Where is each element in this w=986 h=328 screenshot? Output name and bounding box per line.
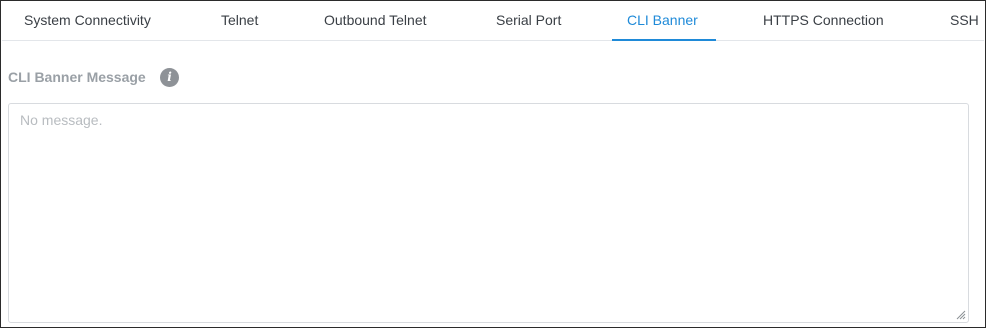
tab-ssh[interactable]: SSH [950, 2, 979, 41]
tab-telnet[interactable]: Telnet [221, 2, 258, 41]
cli-banner-message-label: CLI Banner Message [8, 69, 146, 85]
active-tab-indicator [612, 39, 716, 41]
resize-handle-icon[interactable] [954, 308, 966, 320]
tab-bar: System Connectivity Telnet Outbound Teln… [2, 2, 984, 41]
tab-serial-port[interactable]: Serial Port [496, 2, 561, 41]
info-icon[interactable]: i [160, 68, 179, 87]
cli-banner-panel: System Connectivity Telnet Outbound Teln… [0, 0, 986, 328]
tab-cli-banner[interactable]: CLI Banner [627, 2, 698, 41]
tab-outbound-telnet[interactable]: Outbound Telnet [324, 2, 427, 41]
banner-message-box [8, 103, 969, 323]
banner-message-input[interactable] [9, 104, 968, 322]
tab-https-connection[interactable]: HTTPS Connection [763, 2, 884, 41]
tab-system-connectivity[interactable]: System Connectivity [24, 2, 151, 41]
